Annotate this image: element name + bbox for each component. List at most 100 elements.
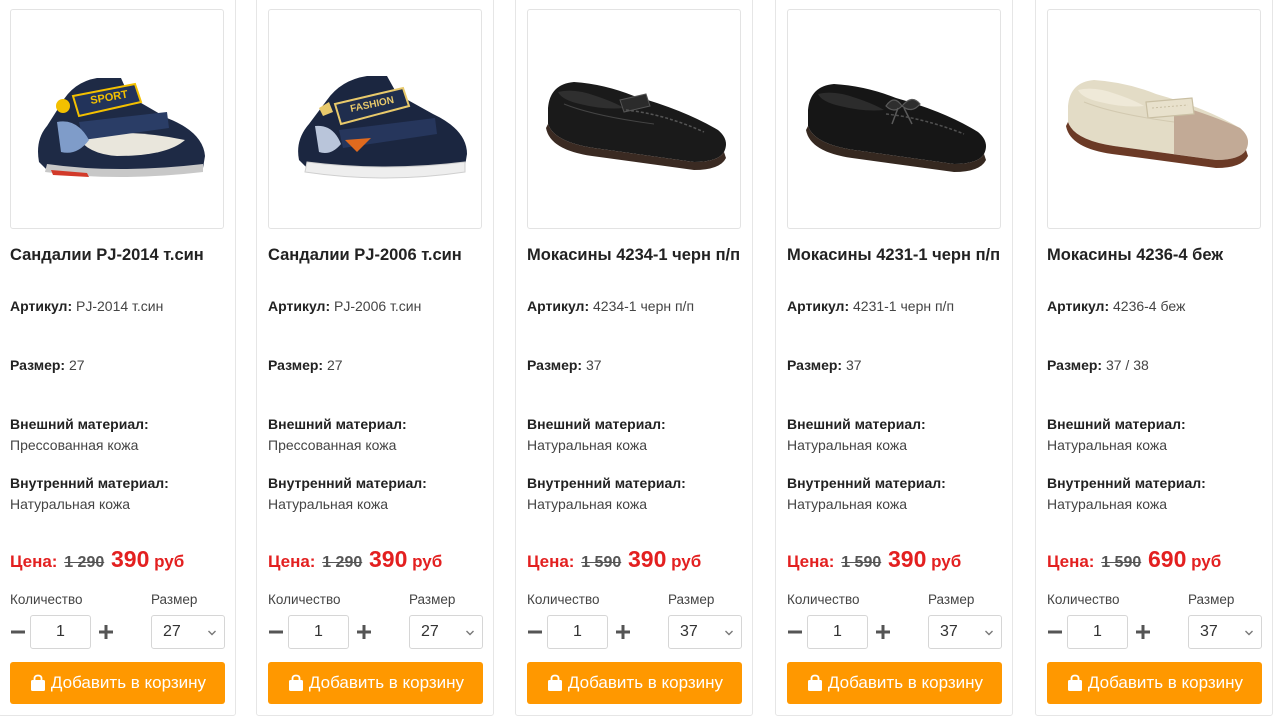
price: Цена: 1 590 390 руб <box>787 546 1003 576</box>
inner-material-value: Натуральная кожа <box>787 496 908 512</box>
quantity-input[interactable] <box>807 615 868 649</box>
outer-material-value: Прессованная кожа <box>268 437 397 453</box>
article-label: Артикул: <box>1047 298 1110 314</box>
add-to-cart-label: Добавить в корзину <box>308 673 465 692</box>
inner-material: Внутренний материал: Натуральная кожа <box>268 473 484 515</box>
price-label: Цена: <box>1047 552 1095 571</box>
chevron-down-icon <box>208 630 216 636</box>
quantity-input[interactable] <box>547 615 608 649</box>
size-select-label: Размер <box>409 592 456 607</box>
minus-icon[interactable] <box>1047 615 1063 649</box>
outer-material: Внешний материал: Прессованная кожа <box>10 414 226 456</box>
add-to-cart-button[interactable]: Добавить в корзину <box>787 662 1002 704</box>
shopping-bag-icon <box>288 674 303 691</box>
product-image-link[interactable]: SPORT <box>10 9 224 229</box>
inner-material-label: Внутренний материал: <box>268 475 427 491</box>
inner-material: Внутренний материал: Натуральная кожа <box>787 473 1003 515</box>
add-to-cart-label: Добавить в корзину <box>50 673 207 692</box>
plus-icon[interactable] <box>98 615 114 649</box>
product-title[interactable]: Мокасины 4234-1 черн п/п <box>527 243 743 267</box>
article-value: 4234-1 черн п/п <box>593 298 695 314</box>
product-title[interactable]: Мокасины 4236-4 беж <box>1047 243 1263 267</box>
old-price: 1 290 <box>322 554 363 571</box>
plus-icon[interactable] <box>615 615 631 649</box>
product-title[interactable]: Сандалии PJ-2014 т.син <box>10 243 226 267</box>
add-to-cart-button[interactable]: Добавить в корзину <box>268 662 483 704</box>
shopping-bag-icon <box>30 674 45 691</box>
price: Цена: 1 290 390 руб <box>268 546 484 576</box>
outer-material-value: Натуральная кожа <box>527 437 648 453</box>
product-image-link[interactable] <box>1047 9 1261 229</box>
add-to-cart-button[interactable]: Добавить в корзину <box>1047 662 1262 704</box>
chevron-down-icon <box>985 630 993 636</box>
outer-material: Внешний материал: Натуральная кожа <box>527 414 743 456</box>
minus-icon[interactable] <box>527 615 543 649</box>
product-title[interactable]: Мокасины 4231-1 черн п/п <box>787 243 1003 267</box>
plus-icon[interactable] <box>875 615 891 649</box>
minus-icon[interactable] <box>268 615 284 649</box>
quantity-label: Количество <box>268 592 341 607</box>
size-select[interactable]: 27 <box>151 615 225 649</box>
size-value: 27 <box>68 357 85 373</box>
inner-material: Внутренний материал: Натуральная кожа <box>10 473 226 515</box>
minus-icon[interactable] <box>10 615 26 649</box>
product-card: Мокасины 4234-1 черн п/п Артикул: 4234-1… <box>515 0 753 716</box>
quantity-stepper <box>527 615 637 649</box>
product-image-link[interactable] <box>787 9 1001 229</box>
chevron-down-icon <box>466 630 474 636</box>
article-value: 4236-4 беж <box>1113 298 1186 314</box>
size-select-value: 27 <box>163 623 181 640</box>
product-image-link[interactable]: FASHION <box>268 9 482 229</box>
quantity-input[interactable] <box>288 615 349 649</box>
product-card: Мокасины 4236-4 беж Артикул: 4236-4 беж … <box>1035 0 1273 716</box>
sandal-image: FASHION <box>298 76 467 179</box>
minus-icon[interactable] <box>787 615 803 649</box>
outer-material-label: Внешний материал: <box>10 416 149 432</box>
quantity-input[interactable] <box>30 615 91 649</box>
product-card: Мокасины 4231-1 черн п/п Артикул: 4231-1… <box>775 0 1013 716</box>
outer-material: Внешний материал: Прессованная кожа <box>268 414 484 456</box>
size-select[interactable]: 27 <box>409 615 483 649</box>
size-value: 27 <box>326 357 343 373</box>
article-value: PJ-2014 т.син <box>76 298 164 314</box>
inner-material-value: Натуральная кожа <box>10 496 131 512</box>
shopping-bag-icon <box>1067 674 1082 691</box>
product-size: Размер: 37 <box>787 355 1003 376</box>
old-price: 1 590 <box>1101 554 1142 571</box>
old-price: 1 290 <box>64 554 105 571</box>
plus-icon[interactable] <box>1135 615 1151 649</box>
chevron-down-icon <box>1245 630 1253 636</box>
sandal-image: SPORT <box>38 78 205 177</box>
product-article: Артикул: 4234-1 черн п/п <box>527 296 743 317</box>
new-price: 390 <box>368 546 408 572</box>
quantity-stepper <box>10 615 120 649</box>
plus-icon[interactable] <box>356 615 372 649</box>
inner-material-label: Внутренний материал: <box>1047 475 1206 491</box>
quantity-stepper <box>1047 615 1157 649</box>
loafer-image <box>1066 80 1248 168</box>
quantity-stepper <box>268 615 378 649</box>
price: Цена: 1 590 690 руб <box>1047 546 1263 576</box>
size-label: Размер: <box>1047 357 1103 373</box>
loafer-image <box>546 82 726 170</box>
product-article: Артикул: PJ-2006 т.син <box>268 296 484 317</box>
quantity-label: Количество <box>787 592 860 607</box>
inner-material-label: Внутренний материал: <box>10 475 169 491</box>
product-grid: SPORT Сандалии PJ-2014 т.син Артикул: PJ… <box>0 0 1280 722</box>
quantity-label: Количество <box>10 592 83 607</box>
inner-material: Внутренний материал: Натуральная кожа <box>1047 473 1263 515</box>
outer-material-label: Внешний материал: <box>268 416 407 432</box>
add-to-cart-button[interactable]: Добавить в корзину <box>10 662 225 704</box>
size-select-value: 37 <box>1200 623 1218 640</box>
size-select-value: 37 <box>680 623 698 640</box>
product-title[interactable]: Сандалии PJ-2006 т.син <box>268 243 484 267</box>
currency: руб <box>1191 552 1222 571</box>
size-select[interactable]: 37 <box>668 615 742 649</box>
size-select[interactable]: 37 <box>928 615 1002 649</box>
product-size: Размер: 27 <box>10 355 226 376</box>
add-to-cart-button[interactable]: Добавить в корзину <box>527 662 742 704</box>
product-image-link[interactable] <box>527 9 741 229</box>
size-select-label: Размер <box>928 592 975 607</box>
size-select[interactable]: 37 <box>1188 615 1262 649</box>
quantity-input[interactable] <box>1067 615 1128 649</box>
